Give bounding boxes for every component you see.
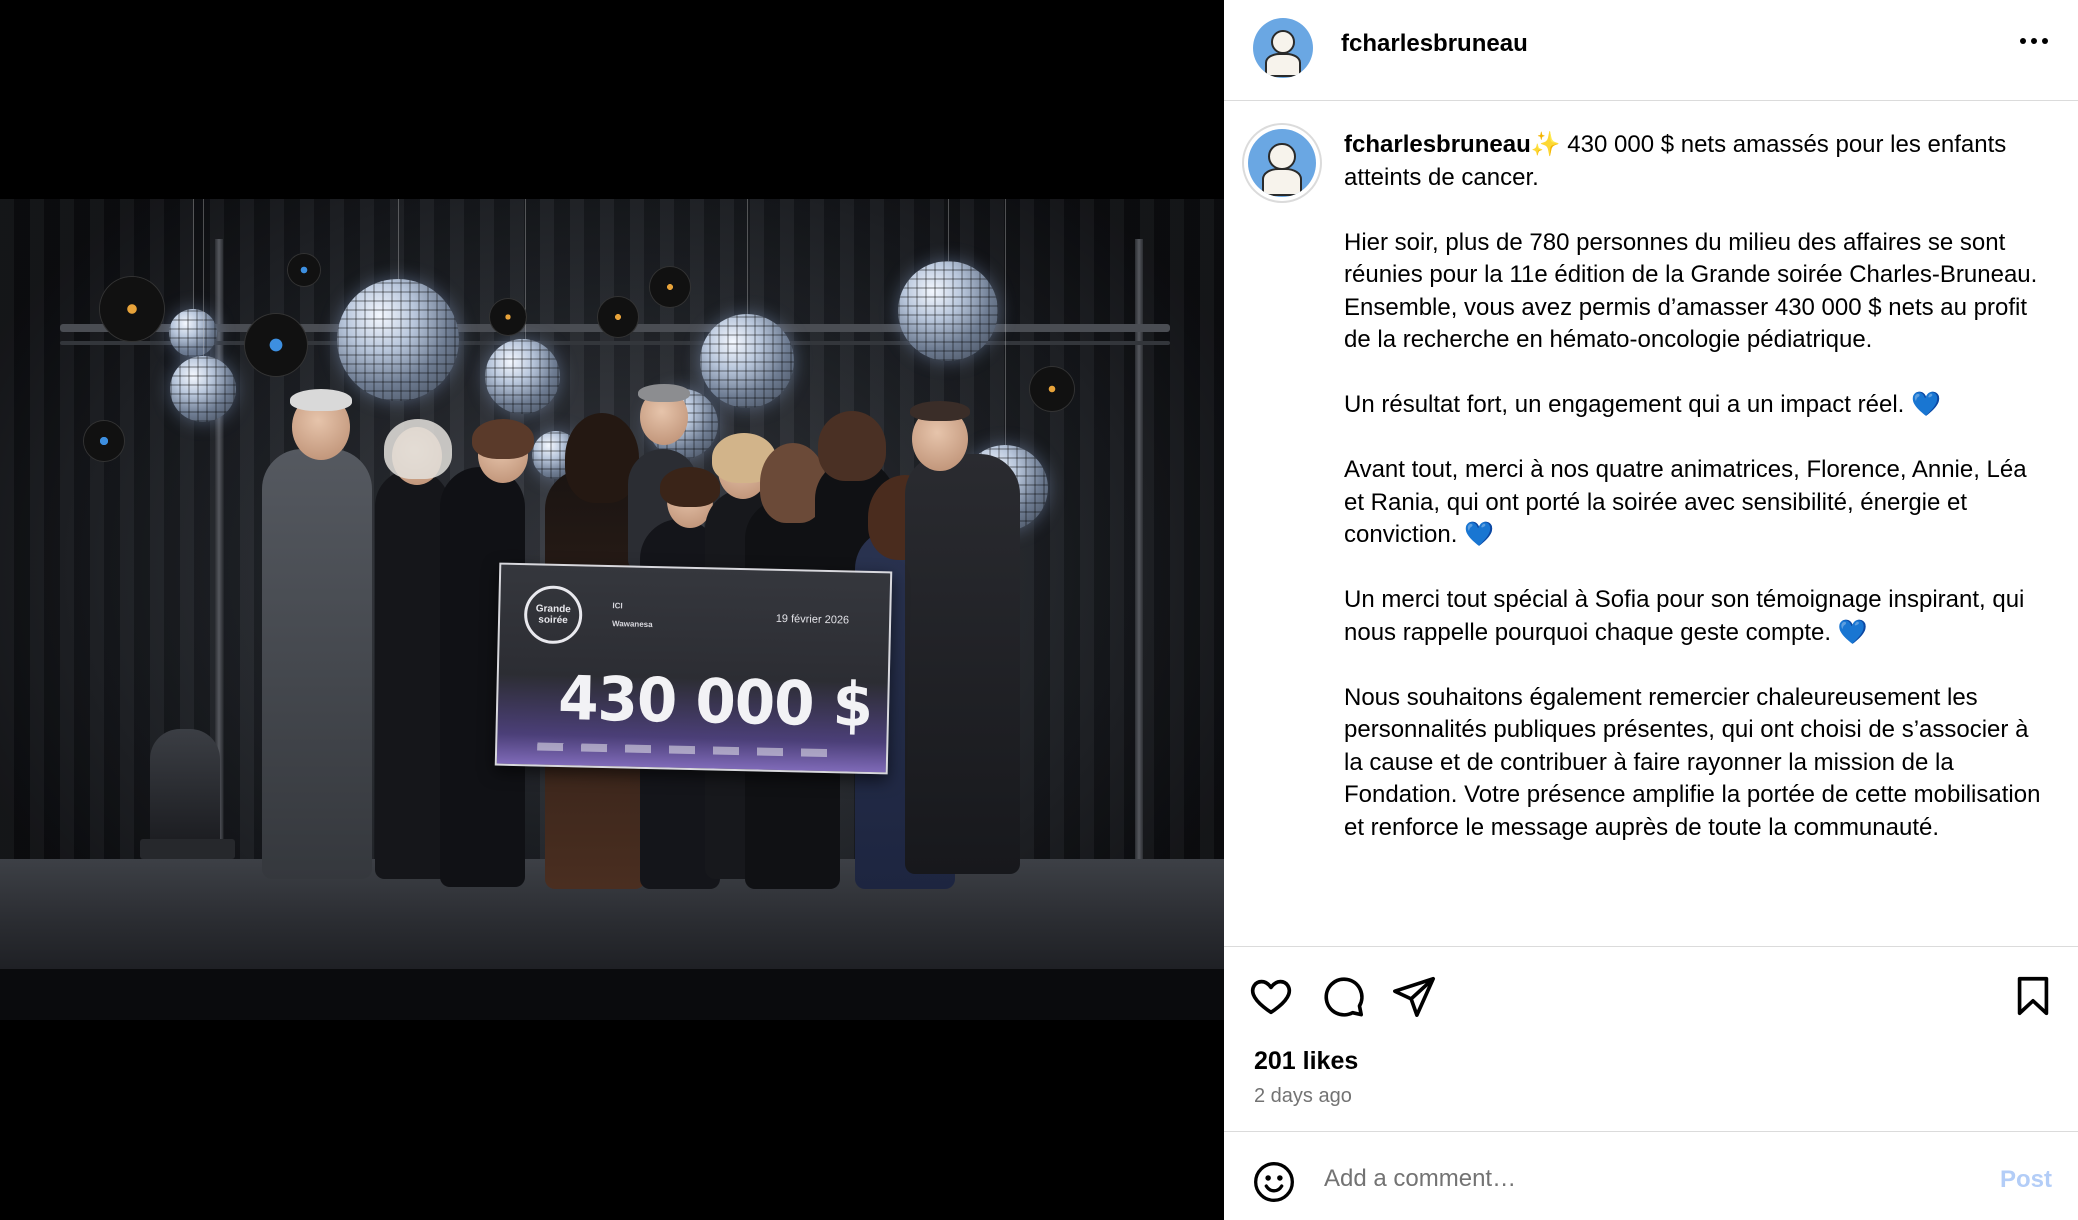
cheque-sponsor: Wawanesa xyxy=(611,619,653,630)
caption-paragraph: Un résultat fort, un engagement qui a un… xyxy=(1344,391,1941,418)
event-logo: Grande soirée xyxy=(523,585,583,645)
vinyl-record xyxy=(650,267,690,307)
more-horizontal-icon[interactable] xyxy=(2020,38,2048,44)
caption-paragraph: Nous souhaitons également remercier chal… xyxy=(1344,683,2048,841)
sparkle-emoji: ✨ xyxy=(1530,131,1561,158)
comment-input[interactable] xyxy=(1324,1154,1944,1204)
post-comment-button[interactable]: Post xyxy=(2000,1166,2052,1194)
disco-ball xyxy=(169,309,217,357)
vinyl-record xyxy=(288,254,320,286)
caption-scroll-area[interactable]: fcharlesbruneau✨ 430 000 $ nets amassés … xyxy=(1224,101,2078,946)
post-caption: fcharlesbruneau✨ 430 000 $ nets amassés … xyxy=(1344,129,2044,844)
post-photo: Grande soirée ICI Wawanesa 19 février 20… xyxy=(0,199,1224,1020)
cheque-sponsor: ICI xyxy=(612,601,623,611)
post-timestamp[interactable]: 2 days ago xyxy=(1254,1085,1352,1108)
comment-icon[interactable] xyxy=(1320,973,1366,1019)
post-actions: 201 likes 2 days ago xyxy=(1224,946,2078,1131)
like-count[interactable]: 201 likes xyxy=(1254,1047,1358,1076)
cheque-amount: 430 000 $ xyxy=(557,662,873,741)
disco-ball xyxy=(485,339,560,414)
disco-ball xyxy=(700,314,794,408)
disco-ball xyxy=(170,356,236,422)
stage-edge xyxy=(0,969,1224,1020)
cheque-partner-logos xyxy=(537,742,838,758)
stage-light xyxy=(150,729,220,849)
caption-paragraph: Hier soir, plus de 780 personnes du mili… xyxy=(1344,228,2044,354)
post-media[interactable]: Grande soirée ICI Wawanesa 19 février 20… xyxy=(0,0,1224,1220)
ceremonial-cheque: Grande soirée ICI Wawanesa 19 février 20… xyxy=(494,562,893,775)
heart-icon[interactable] xyxy=(1248,973,1294,1019)
lighting-truss xyxy=(60,341,1170,345)
vinyl-record xyxy=(84,421,124,461)
vinyl-record xyxy=(245,314,307,376)
caption-paragraph: Un merci tout spécial à Sofia pour son t… xyxy=(1344,586,2032,646)
smiley-icon[interactable] xyxy=(1252,1160,1296,1204)
comment-bar: Post xyxy=(1224,1131,2078,1220)
author-username[interactable]: fcharlesbruneau xyxy=(1341,30,1528,58)
post-header: fcharlesbruneau xyxy=(1224,0,2078,101)
vinyl-record xyxy=(598,297,638,337)
caption-paragraph: Avant tout, merci à nos quatre animatric… xyxy=(1344,456,2034,548)
disco-ball xyxy=(337,279,459,401)
send-icon[interactable] xyxy=(1391,973,1437,1019)
cheque-date: 19 février 2026 xyxy=(775,612,850,627)
vinyl-record xyxy=(1030,367,1074,411)
caption-username[interactable]: fcharlesbruneau xyxy=(1344,131,1531,158)
vinyl-record xyxy=(490,299,526,335)
stage-light-base xyxy=(140,839,235,859)
post-sidebar: fcharlesbruneau fcharlesbruneau✨ 430 000… xyxy=(1224,0,2078,1220)
bookmark-icon[interactable] xyxy=(2010,973,2056,1019)
disco-ball xyxy=(898,261,998,361)
avatar[interactable] xyxy=(1248,129,1316,197)
avatar[interactable] xyxy=(1253,18,1313,78)
vinyl-record xyxy=(100,277,164,341)
